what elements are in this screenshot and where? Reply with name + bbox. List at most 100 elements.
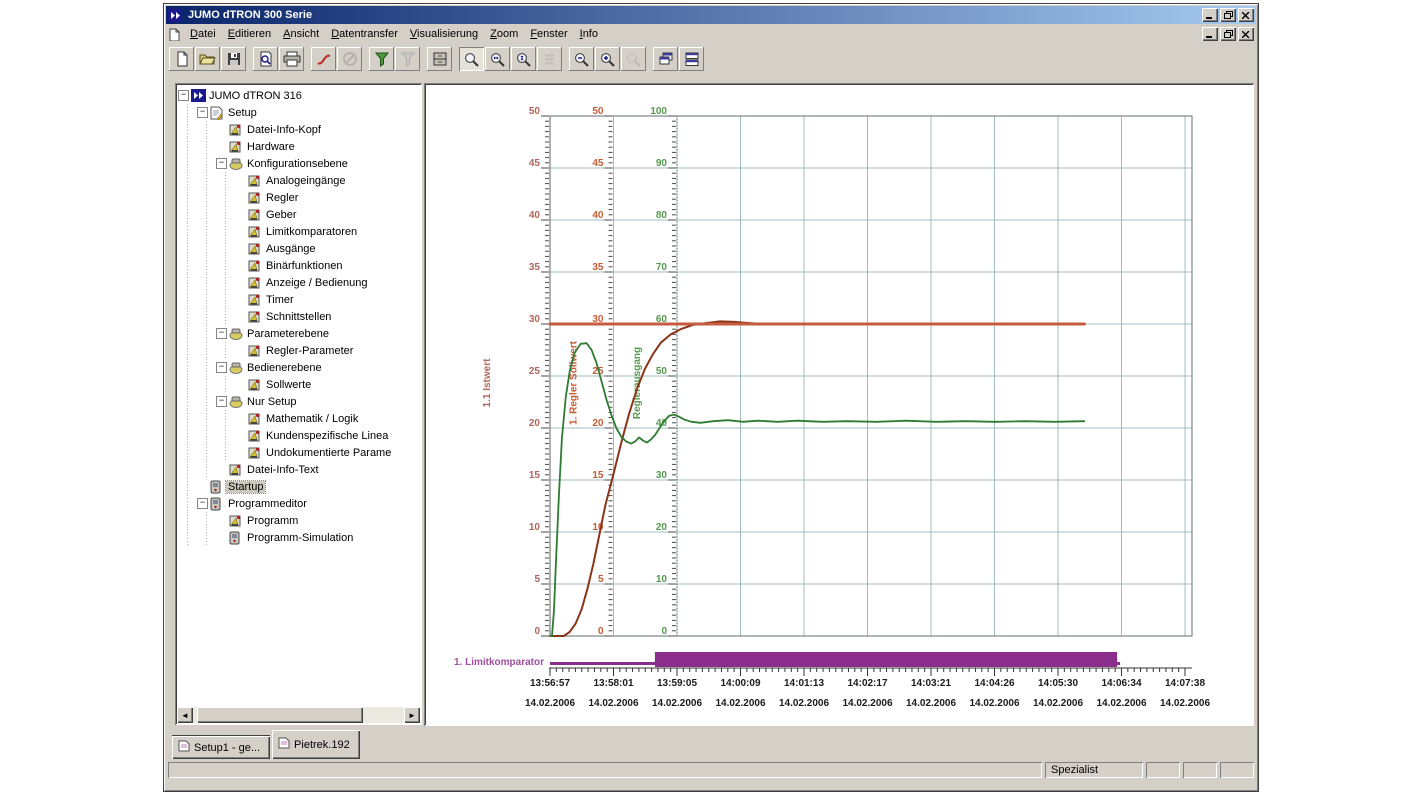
collapse-icon[interactable]: −: [216, 362, 227, 373]
collapse-icon[interactable]: −: [216, 396, 227, 407]
tree-item-ausgänge[interactable]: Ausgänge: [178, 240, 419, 257]
tree-item-schnittstellen[interactable]: Schnittstellen: [178, 308, 419, 325]
tab-setup1[interactable]: Setup1 - ge...: [172, 735, 270, 759]
transfer-to-device-button[interactable]: [311, 47, 336, 71]
open-button[interactable]: [195, 47, 220, 71]
tab-pietrek192[interactable]: Pietrek.192: [272, 730, 360, 759]
tree-item-nur-setup[interactable]: −Nur Setup: [178, 393, 419, 410]
collapse-icon[interactable]: −: [216, 158, 227, 169]
print-button[interactable]: [279, 47, 304, 71]
tree-item-label: Mathematik / Logik: [264, 413, 360, 425]
tree-item-programm[interactable]: Programm: [178, 512, 419, 529]
tree-item-anzeige-bedienung[interactable]: Anzeige / Bedienung: [178, 274, 419, 291]
tree-indent-guide: [197, 410, 216, 427]
close-button[interactable]: [1238, 8, 1254, 22]
tree-item-label: Regler-Parameter: [264, 345, 355, 357]
tree-indent-guide: [197, 223, 216, 240]
minimize-button[interactable]: [1202, 27, 1218, 41]
restore-button[interactable]: [1220, 8, 1236, 22]
tree-item-datei-info-kopf[interactable]: Datei-Info-Kopf: [178, 121, 419, 138]
zoom-reset-button: [621, 47, 646, 71]
x-date-label: 14.02.2006: [969, 698, 1019, 709]
save-button[interactable]: [221, 47, 246, 71]
zoom-fit-icon: [463, 51, 481, 68]
tree-item-label: Parameterebene: [245, 328, 331, 340]
tree-item-label: Binärfunktionen: [264, 260, 344, 272]
tree-item-parameterebene[interactable]: − Parameterebene: [178, 325, 419, 342]
tree-item-startup[interactable]: Startup: [178, 478, 419, 495]
device-icon: [210, 479, 226, 494]
zoom-vertical-button[interactable]: [511, 47, 536, 71]
restore-button[interactable]: [1220, 27, 1236, 41]
tile-windows-button[interactable]: [679, 47, 704, 71]
project-tree-panel: −JUMO dTRON 316−SetupDatei-Info-KopfHard…: [175, 83, 422, 725]
tree-indent-guide: [197, 461, 216, 478]
cascade-windows-button[interactable]: [653, 47, 678, 71]
menu-ansicht[interactable]: Ansicht: [277, 27, 325, 41]
menu-info[interactable]: Info: [574, 27, 604, 41]
tree-item-label: Programmeditor: [226, 498, 309, 510]
tree-item-limitkomparatoren[interactable]: Limitkomparatoren: [178, 223, 419, 240]
archive-button[interactable]: [427, 47, 452, 71]
x-date-label: 14.02.2006: [715, 698, 765, 709]
tree-item-regler[interactable]: Regler: [178, 189, 419, 206]
scroll-left-icon[interactable]: ◄: [177, 707, 193, 723]
menu-editieren[interactable]: Editieren: [222, 27, 277, 41]
window-title: JUMO dTRON 300 Serie: [188, 9, 312, 21]
scrollbar-thumb[interactable]: [197, 707, 363, 723]
menu-visualisierung[interactable]: Visualisierung: [404, 27, 484, 41]
tree-item-regler-parameter[interactable]: Regler-Parameter: [178, 342, 419, 359]
tree-item-kundenspezifische-linea[interactable]: Kundenspezifische Linea: [178, 427, 419, 444]
menu-fenster[interactable]: Fenster: [524, 27, 573, 41]
zoom-fit-button[interactable]: [459, 47, 484, 71]
tree-item-bedienerebene[interactable]: −Bedienerebene: [178, 359, 419, 376]
print-preview-button[interactable]: [253, 47, 278, 71]
chart-panel: 051015202530354045501.1 Istwert051015202…: [424, 83, 1254, 726]
tree-item-jumo-dtron-316[interactable]: −JUMO dTRON 316: [178, 87, 419, 104]
tree-item-konfigurationsebene[interactable]: −Konfigurationsebene: [178, 155, 419, 172]
module-icon: [229, 122, 245, 137]
collapse-icon[interactable]: −: [178, 90, 189, 101]
tree-indent-guide: [216, 444, 235, 461]
scroll-right-icon[interactable]: ►: [404, 707, 420, 723]
collapse-icon[interactable]: −: [197, 107, 208, 118]
menu-zoom[interactable]: Zoom: [484, 27, 524, 41]
close-button[interactable]: [1238, 27, 1254, 41]
y-tick-label: 50: [529, 106, 541, 117]
tree-item-setup[interactable]: −Setup: [178, 104, 419, 121]
tree-item-programmeditor[interactable]: − Programmeditor: [178, 495, 419, 512]
filter-button[interactable]: [369, 47, 394, 71]
menu-datentransfer[interactable]: Datentransfer: [325, 27, 404, 41]
tree-item-binärfunktionen[interactable]: Binärfunktionen: [178, 257, 419, 274]
zoom-out-button[interactable]: [569, 47, 594, 71]
x-time-label: 14:05:30: [1038, 678, 1078, 689]
zoom-out-icon: [573, 51, 591, 68]
tree-item-mathematik-logik[interactable]: Mathematik / Logik: [178, 410, 419, 427]
tree-item-datei-info-text[interactable]: Datei-Info-Text: [178, 461, 419, 478]
status-panel-3: [1220, 762, 1254, 778]
tree-item-geber[interactable]: Geber: [178, 206, 419, 223]
collapse-icon[interactable]: −: [216, 328, 227, 339]
tree-item-sollwerte[interactable]: Sollwerte: [178, 376, 419, 393]
tree-indent-guide: [178, 138, 197, 155]
document-icon[interactable]: [168, 27, 184, 42]
x-time-label: 13:58:01: [593, 678, 633, 689]
new-button[interactable]: [169, 47, 194, 71]
tree-item-analogeingänge[interactable]: Analogeingänge: [178, 172, 419, 189]
x-time-label: 13:59:05: [657, 678, 697, 689]
module-icon: [248, 343, 264, 358]
tree-horizontal-scrollbar[interactable]: ◄ ►: [177, 707, 420, 723]
trend-chart[interactable]: 051015202530354045501.1 Istwert051015202…: [426, 85, 1250, 722]
tree-indent-guide: [178, 155, 197, 172]
zoom-horizontal-button[interactable]: [485, 47, 510, 71]
menu-datei[interactable]: Datei: [184, 27, 222, 41]
tree-item-undokumentierte-parame[interactable]: Undokumentierte Parame: [178, 444, 419, 461]
tree-item-timer[interactable]: Timer: [178, 291, 419, 308]
tree-item-programm-simulation[interactable]: Programm-Simulation: [178, 529, 419, 546]
minimize-button[interactable]: [1202, 8, 1218, 22]
module-icon: [248, 224, 264, 239]
tree-item-hardware[interactable]: Hardware: [178, 138, 419, 155]
collapse-icon[interactable]: −: [197, 498, 208, 509]
y-tick-label: 5: [598, 574, 604, 585]
zoom-in-button[interactable]: [595, 47, 620, 71]
